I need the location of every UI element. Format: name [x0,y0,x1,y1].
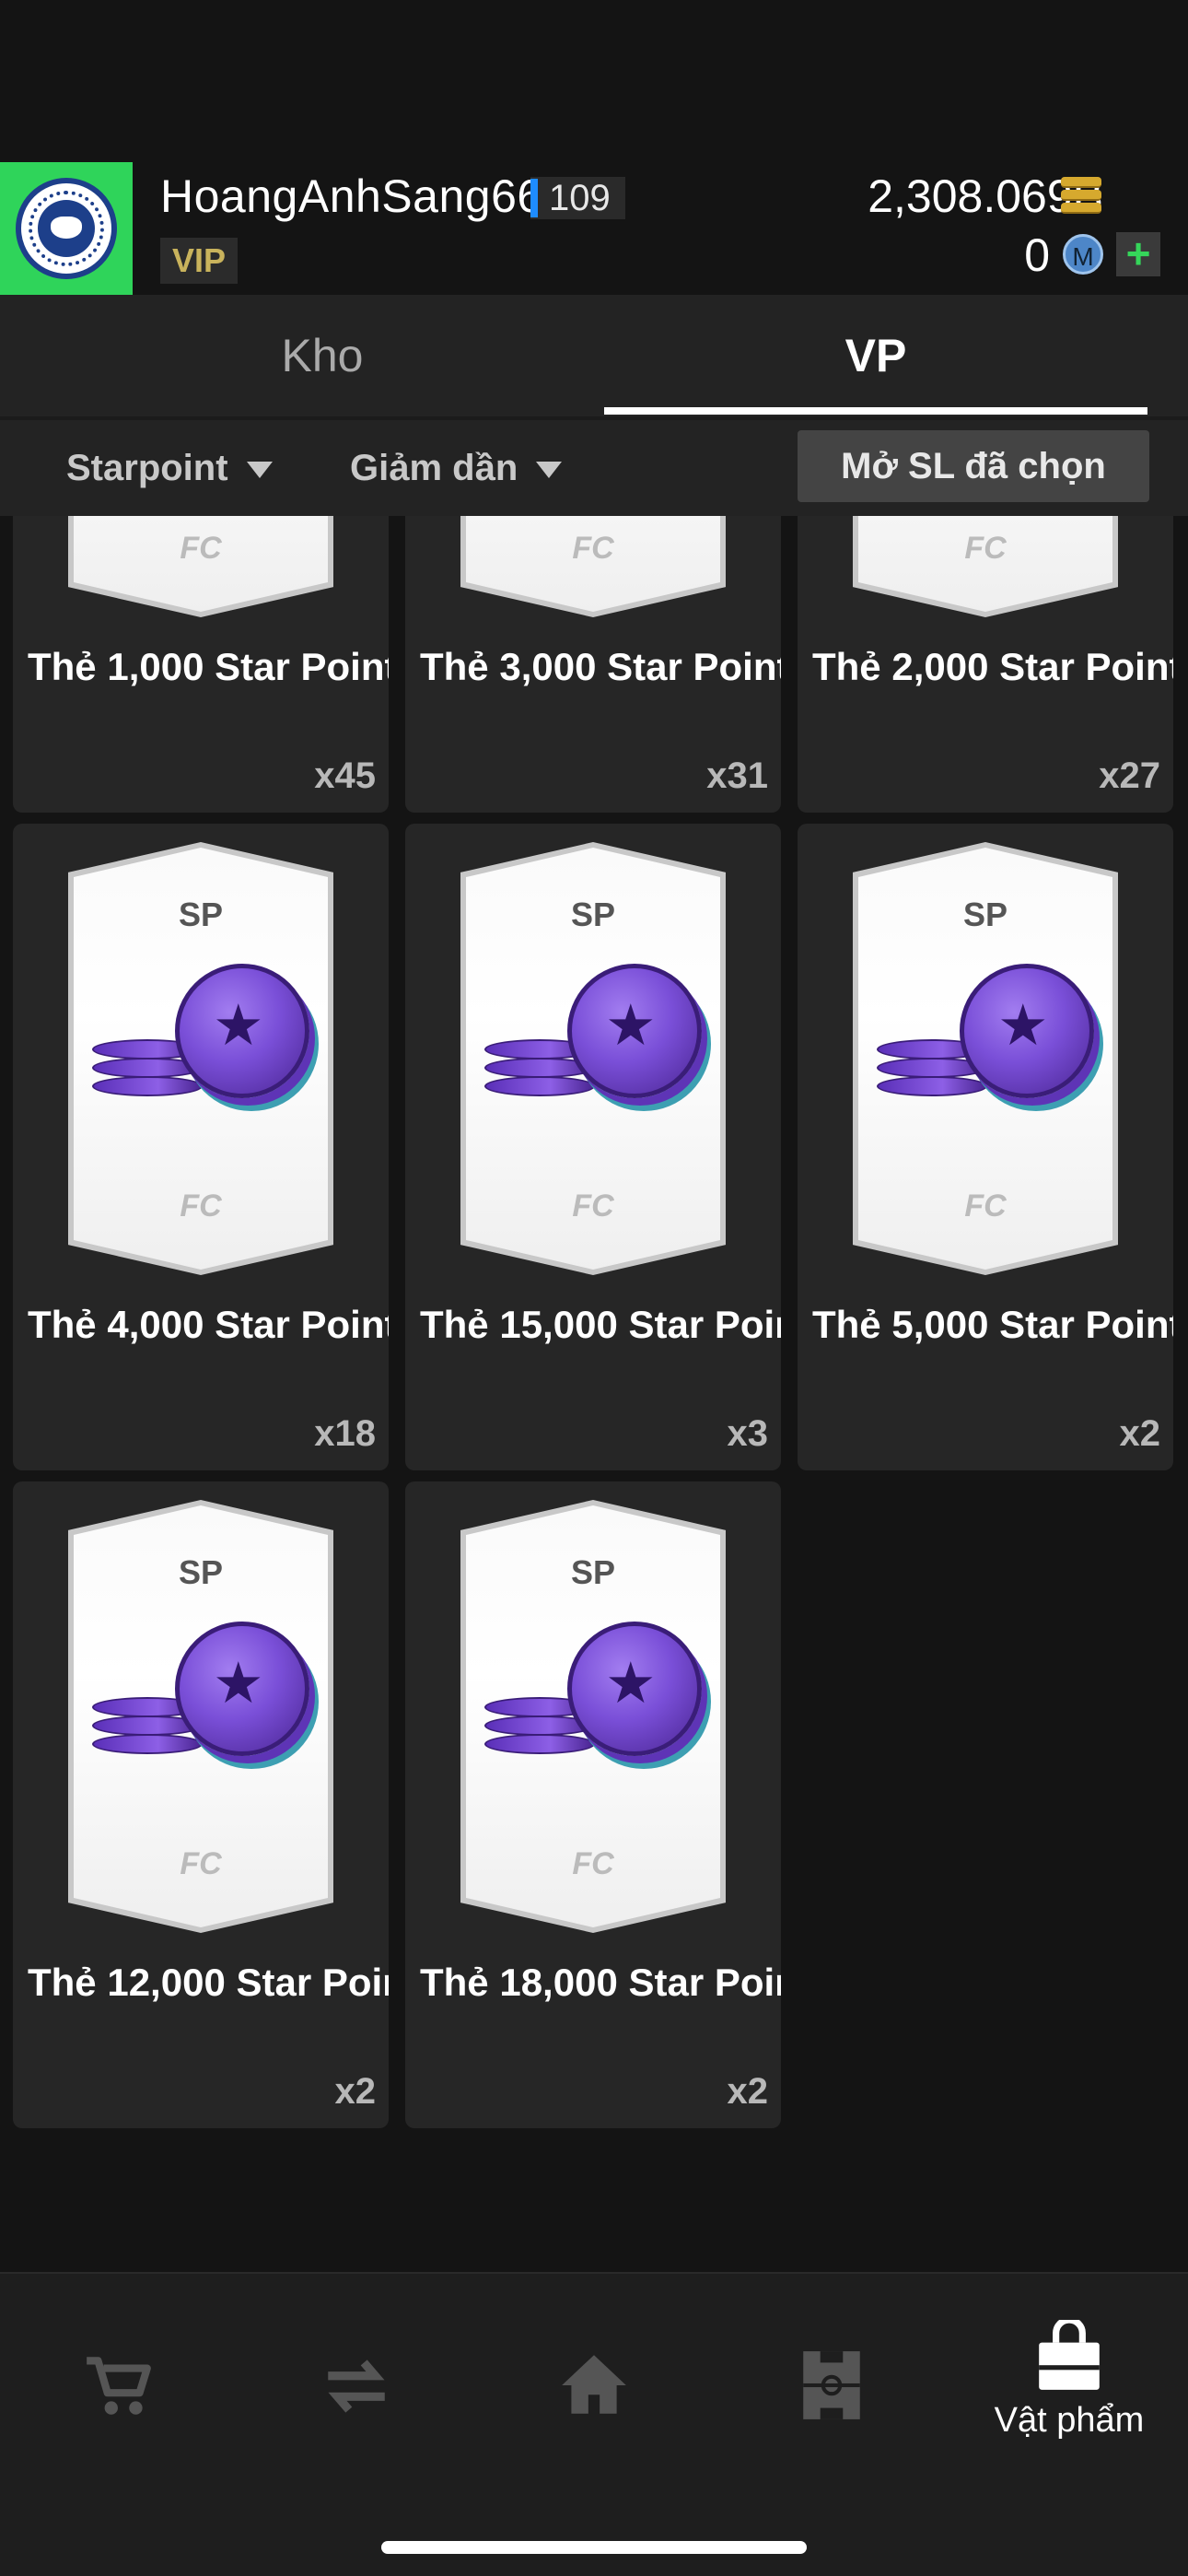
fc-logo-icon: FC [964,531,1007,566]
sp-label: SP [962,896,1008,933]
purple-coins-icon: ★ [877,962,1094,1128]
item-quantity: x2 [1119,1413,1161,1454]
item-name: Thẻ 1,000 Star Point [28,645,389,688]
username: HoangAnhSang66 [160,170,543,222]
item-quantity: x2 [727,2071,769,2112]
item-quantity: x31 [706,755,768,796]
item-card[interactable]: SP★FC Thẻ 1,000 Star Point x45 [13,516,389,813]
bottom-nav: Vật phẩm [0,2272,1188,2576]
sort-order-label: Giảm dần [350,448,518,488]
fc-logo-icon: FC [572,1846,614,1881]
sp-label: SP [570,1553,616,1591]
dropdown-arrow-icon [246,462,273,479]
item-card[interactable]: SP★FC Thẻ 3,000 Star Point x31 [405,516,781,813]
star-point-card-image: SP ★ FC [853,842,1118,1275]
nav-items-label: Vật phẩm [994,2401,1145,2440]
item-grid[interactable]: SP★FCThẻ 1,000 Star Pointx45SP★FCThẻ 3,0… [0,516,1188,2272]
m-points-icon: M [1063,234,1103,275]
transfer-icon [328,2359,385,2413]
item-quantity: x18 [314,1413,376,1454]
item-name: Thẻ 18,000 Star Point [420,1961,781,2004]
club-crest-icon [16,178,117,279]
open-selected-button[interactable]: Mở SL đã chọn [798,430,1149,502]
item-card[interactable]: SP★FC Thẻ 2,000 Star Point x27 [798,516,1173,813]
vip-badge: VIP [160,238,238,284]
item-name: Thẻ 4,000 Star Point [28,1303,389,1346]
purple-coins-icon: ★ [92,1620,309,1786]
tab-bar: Kho VP [0,295,1188,416]
sort-field-dropdown[interactable]: Starpoint [66,420,273,516]
home-icon [562,2355,626,2414]
star-point-card-image: SP★FC [853,516,1118,617]
item-name: Thẻ 12,000 Star Point [28,1961,389,2004]
nav-transfer[interactable] [238,2274,475,2458]
fc-logo-icon: FC [572,531,614,566]
star-point-card-image: SP ★ FC [68,842,333,1275]
item-quantity: x45 [314,755,376,796]
nav-home[interactable] [475,2274,713,2458]
star-point-card-image: SP★FC [68,516,333,617]
home-indicator[interactable] [381,2541,807,2554]
sp-label: SP [570,896,616,933]
purple-coins-icon: ★ [484,1620,702,1786]
item-card[interactable]: SP ★ FC Thẻ 12,000 Star Point x2 [13,1481,389,2128]
item-name: Thẻ 3,000 Star Point [420,645,781,688]
add-currency-button[interactable]: + [1116,232,1160,276]
fc-logo-icon: FC [180,531,222,566]
star-point-card-image: SP ★ FC [68,1500,333,1933]
tab-kho[interactable]: Kho [0,295,645,416]
active-tab-indicator [604,407,1147,415]
coin-stack-icon [1061,175,1101,216]
bag-icon [1039,2320,1100,2390]
item-card[interactable]: SP ★ FC Thẻ 4,000 Star Point x18 [13,824,389,1470]
item-name: Thẻ 2,000 Star Point [812,645,1173,688]
item-name: Thẻ 5,000 Star Point [812,1303,1173,1346]
item-quantity: x27 [1099,755,1160,796]
star-point-card-image: SP ★ FC [460,842,726,1275]
sort-order-dropdown[interactable]: Giảm dần [350,420,563,516]
nav-shop[interactable] [0,2274,238,2458]
item-quantity: x3 [727,1413,769,1454]
sp-label: SP [178,896,224,933]
tab-vp[interactable]: VP [604,295,1147,416]
purple-coins-icon: ★ [92,962,309,1128]
sp-label: SP [178,1553,224,1591]
squad-icon [803,2351,860,2419]
item-quantity: x2 [334,2071,377,2112]
item-card[interactable]: SP ★ FC Thẻ 5,000 Star Point x2 [798,824,1173,1470]
fc-logo-icon: FC [964,1188,1007,1224]
top-header: HoangAnhSang66 109 VIP 2,308.069B 0 M + [0,0,1188,295]
club-badge[interactable] [0,162,133,295]
m-points-balance: 0 [1024,229,1050,281]
item-card[interactable]: SP ★ FC Thẻ 15,000 Star Point x3 [405,824,781,1470]
star-point-card-image: SP ★ FC [460,1500,726,1933]
level-badge: 109 [530,177,625,219]
sort-field-label: Starpoint [66,448,228,488]
cart-icon [87,2357,151,2415]
dropdown-arrow-icon [536,462,563,479]
fc-logo-icon: FC [572,1188,614,1224]
purple-coins-icon: ★ [484,962,702,1128]
star-point-card-image: SP★FC [460,516,726,617]
item-name: Thẻ 15,000 Star Point [420,1303,781,1346]
fc-logo-icon: FC [180,1846,222,1881]
nav-squad[interactable] [713,2274,950,2458]
fc-logo-icon: FC [180,1188,222,1224]
nav-items[interactable]: Vật phẩm [950,2274,1188,2458]
item-card[interactable]: SP ★ FC Thẻ 18,000 Star Point x2 [405,1481,781,2128]
